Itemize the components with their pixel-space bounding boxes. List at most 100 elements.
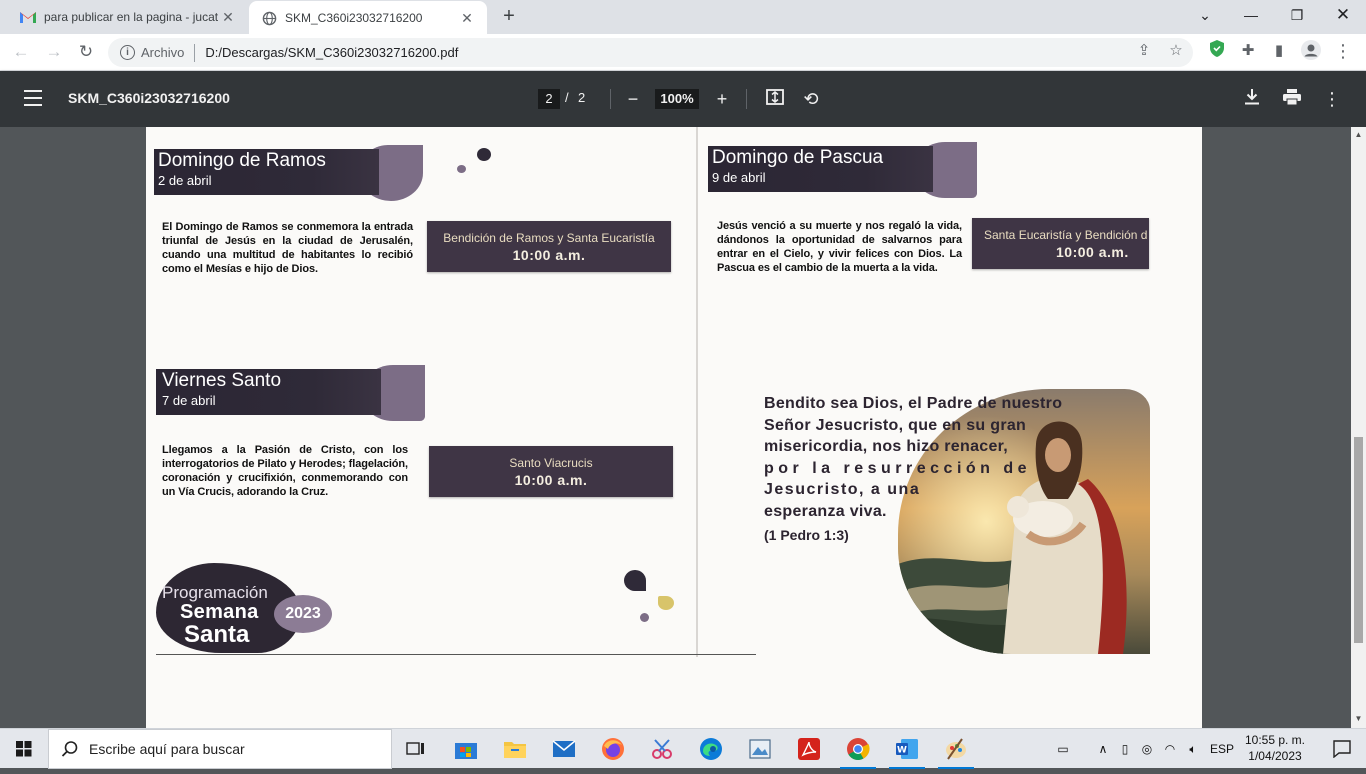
rotate-icon[interactable]: ⟲ (799, 87, 823, 111)
snipping-tool-icon[interactable] (638, 729, 686, 769)
scroll-up-arrow-icon[interactable]: ▲ (1351, 130, 1366, 139)
vertical-scrollbar[interactable]: ▲ ▼ (1351, 127, 1366, 728)
volume-icon[interactable]: 🔈︎ (1182, 742, 1204, 757)
zoom-level-input[interactable]: 100% (655, 89, 699, 109)
browser-toolbar: ← → ↻ i Archivo D:/Descargas/SKM_C360i23… (0, 34, 1366, 71)
scroll-down-arrow-icon[interactable]: ▼ (1351, 714, 1366, 723)
zoom-out-icon[interactable]: − (621, 87, 645, 111)
quote-line: Bendito sea Dios, el Padre de nuestro (764, 395, 1063, 412)
forward-button[interactable]: → (42, 40, 66, 64)
battery-icon[interactable]: ▯ (1114, 742, 1136, 756)
tab-pdf[interactable]: SKM_C360i23032716200 ✕ (249, 1, 487, 35)
task-view-icon[interactable] (392, 729, 440, 769)
quote-line: misericordia, nos hizo renacer, (764, 438, 1009, 456)
share-icon[interactable]: ⇪ (1133, 40, 1155, 62)
quote-citation: (1 Pedro 1:3) (764, 527, 849, 543)
badge-year: 2023 (274, 595, 332, 633)
wifi-icon[interactable]: ◠ (1158, 742, 1182, 756)
shield-extension-icon[interactable] (1206, 40, 1228, 62)
print-icon[interactable] (1280, 87, 1304, 111)
close-tab-icon[interactable]: ✕ (220, 9, 236, 26)
service-name: Santo Viacrucis (509, 456, 593, 470)
clock-date: 1/04/2023 (1248, 749, 1302, 763)
pdf-viewport[interactable]: Domingo de Ramos 2 de abril El Domingo d… (0, 127, 1366, 728)
acrobat-icon[interactable] (785, 729, 833, 769)
section-description: El Domingo de Ramos se conmemora la entr… (162, 221, 413, 275)
minimize-button[interactable]: — (1228, 0, 1274, 30)
section-date: 7 de abril (162, 393, 216, 408)
tab-title: para publicar en la pagina - jucat (44, 10, 219, 24)
tab-search-icon[interactable]: ⌄ (1182, 0, 1228, 30)
svg-text:W: W (897, 746, 907, 756)
file-explorer-icon[interactable] (491, 729, 539, 769)
photo-viewer-icon[interactable] (736, 729, 784, 769)
page-number-input[interactable]: 2 (538, 89, 560, 109)
clock-time: 10:55 p. m. (1244, 733, 1306, 747)
kebab-menu-icon[interactable]: ⋮ (1332, 40, 1354, 62)
zoom-in-icon[interactable]: + (710, 87, 734, 111)
microsoft-store-icon[interactable] (442, 729, 490, 769)
pdf-toolbar: SKM_C360i23032716200 2 / 2 − 100% + ⟲ ⋮ (0, 71, 1366, 127)
bible-quote: Bendito sea Dios, el Padre de nuestro Se… (764, 393, 1114, 523)
service-time: 10:00 a.m. (512, 247, 586, 263)
section-description: Llegamos a la Pasión de Cristo, con los … (162, 444, 408, 498)
info-icon[interactable]: i (120, 45, 135, 60)
fit-page-icon[interactable] (763, 87, 787, 111)
url-text: D:/Descargas/SKM_C360i23032716200.pdf (205, 45, 459, 60)
back-button[interactable]: ← (9, 40, 33, 64)
quote-line: esperanza viva. (764, 502, 887, 520)
new-tab-button[interactable]: + (498, 6, 520, 28)
hamburger-menu-icon[interactable] (24, 90, 42, 106)
tab-gmail[interactable]: para publicar en la pagina - jucat ✕ (8, 0, 248, 34)
close-window-button[interactable]: ✕ (1320, 0, 1366, 30)
edge-icon[interactable] (687, 729, 735, 769)
tab-strip: para publicar en la pagina - jucat ✕ SKM… (0, 0, 1366, 35)
quote-line: Señor Jesucristo, que en su gran (764, 416, 1027, 434)
section-header-ramos: Domingo de Ramos 2 de abril (154, 149, 379, 195)
system-tray: ▭ ∧ ▯ ◎ ◠ 🔈︎ ESP (1050, 729, 1234, 769)
reload-button[interactable]: ↻ (74, 40, 98, 64)
firefox-icon[interactable] (589, 729, 637, 769)
bookmark-star-icon[interactable]: ☆ (1165, 40, 1187, 62)
more-actions-icon[interactable]: ⋮ (1320, 87, 1344, 111)
section-description: Jesús venció a su muerte y nos regaló la… (717, 220, 962, 274)
section-date: 2 de abril (158, 173, 212, 188)
scrollbar-thumb[interactable] (1354, 437, 1363, 643)
windows-taskbar: Escribe aquí para buscar W ▭ ∧ ▯ ◎ ◠ � (0, 728, 1366, 769)
globe-icon (261, 10, 277, 26)
search-icon (61, 741, 78, 757)
word-icon[interactable]: W (883, 729, 931, 769)
quote-line: Jesucristo, a una (764, 481, 921, 499)
download-icon[interactable] (1240, 87, 1264, 111)
service-box-viernes: Santo Viacrucis 10:00 a.m. (429, 446, 673, 497)
show-hidden-icons-chevron-icon[interactable]: ∧ (1092, 742, 1114, 756)
restore-button[interactable]: ❐ (1274, 0, 1320, 30)
keyboard-icon[interactable]: ▭ (1050, 742, 1076, 756)
taskbar-clock[interactable]: 10:55 p. m. 1/04/2023 (1240, 732, 1310, 764)
address-bar[interactable]: i Archivo D:/Descargas/SKM_C360i23032716… (108, 38, 1193, 67)
section-date: 9 de abril (712, 170, 766, 185)
paint-icon[interactable] (932, 729, 980, 769)
extensions-puzzle-icon[interactable]: ✚ (1237, 40, 1259, 62)
badge-line3: Santa (184, 621, 250, 648)
mail-icon[interactable] (540, 729, 588, 769)
badge-line1: Programación (162, 583, 268, 602)
notifications-icon[interactable] (1318, 729, 1366, 769)
meet-now-icon[interactable]: ◎ (1136, 742, 1158, 756)
document-title: SKM_C360i23032716200 (68, 90, 230, 106)
page-separator: / (565, 90, 569, 105)
service-time: 10:00 a.m. (514, 472, 588, 488)
pdf-page: Domingo de Ramos 2 de abril El Domingo d… (146, 127, 1202, 728)
side-panel-icon[interactable]: ▮ (1268, 40, 1290, 62)
service-name: Bendición de Ramos y Santa Eucaristía (443, 231, 655, 245)
start-button[interactable] (0, 729, 48, 769)
profile-avatar-icon[interactable] (1300, 40, 1322, 62)
service-box-pascua: Santa Eucaristía y Bendición d 10:00 a.m… (972, 218, 1149, 269)
section-title: Domingo de Pascua (712, 147, 884, 168)
tab-title: SKM_C360i23032716200 (285, 11, 423, 25)
chrome-icon[interactable] (834, 729, 882, 769)
close-tab-icon[interactable]: ✕ (459, 10, 475, 27)
taskbar-search-input[interactable]: Escribe aquí para buscar (48, 729, 392, 769)
language-indicator[interactable]: ESP (1210, 742, 1234, 756)
quote-line: por la resurrección de (764, 459, 1032, 477)
